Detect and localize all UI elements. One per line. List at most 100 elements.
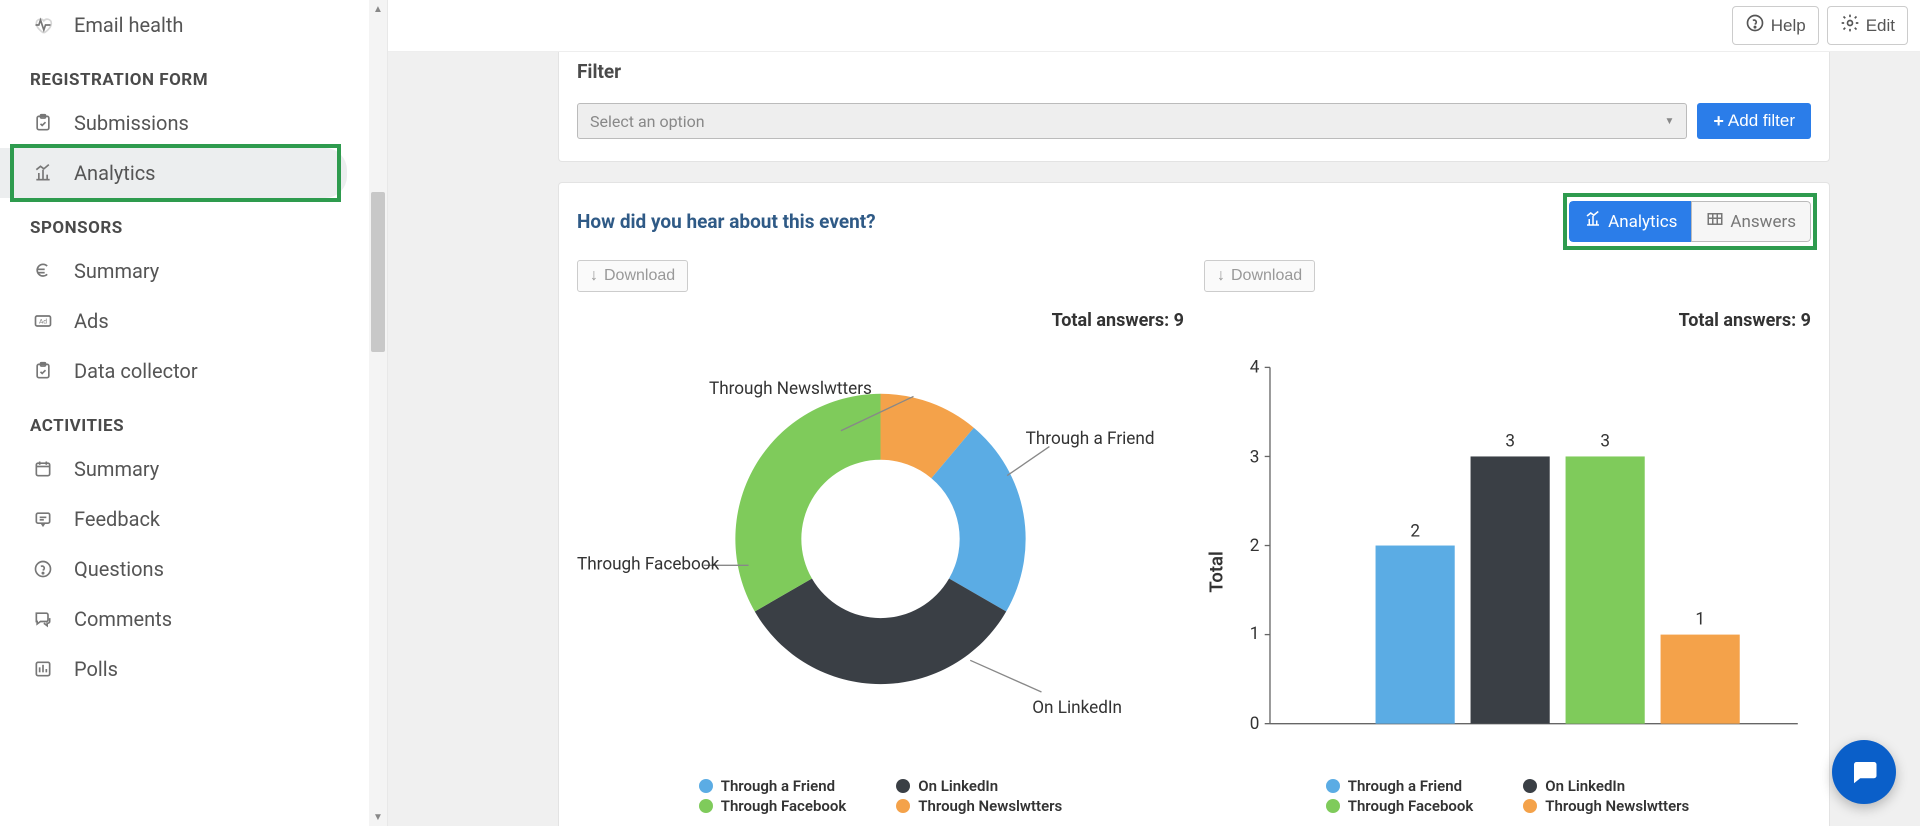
legend-dot-friend — [699, 779, 713, 793]
svg-text:4: 4 — [1250, 358, 1260, 378]
bar-facebook — [1566, 456, 1645, 723]
sidebar: Email health REGISTRATION FORM Submissio… — [0, 0, 388, 826]
legend-dot-linkedin — [1523, 779, 1537, 793]
donut-total-answers: Total answers: 9 — [577, 310, 1184, 331]
sidebar-item-email-health[interactable]: Email health — [0, 0, 387, 50]
donut-label-facebook: Through Facebook — [577, 554, 720, 574]
download-donut-button[interactable]: ↓ Download — [577, 260, 688, 292]
svg-text:3: 3 — [1505, 432, 1515, 452]
comments-icon — [30, 606, 56, 632]
legend-dot-facebook — [1326, 799, 1340, 813]
sidebar-item-label: Questions — [74, 557, 164, 581]
bar-total-answers: Total answers: 9 — [1204, 310, 1811, 331]
ad-icon: Ad — [30, 308, 56, 334]
svg-text:Ad: Ad — [39, 318, 47, 326]
sidebar-item-analytics[interactable]: Analytics — [0, 148, 347, 198]
svg-text:1: 1 — [1695, 610, 1705, 630]
sidebar-item-data-collector[interactable]: Data collector — [0, 346, 387, 396]
sidebar-scrollbar[interactable]: ▲ ▼ — [369, 0, 387, 826]
plus-icon: + — [1713, 111, 1724, 132]
donut-label-linkedin: On LinkedIn — [1032, 698, 1122, 718]
donut-chart-column: ↓ Download Total answers: 9 — [577, 260, 1184, 815]
help-button[interactable]: Help — [1732, 6, 1819, 45]
donut-chart: Through Newslwtters Through a Friend On … — [577, 341, 1184, 763]
sidebar-item-label: Analytics — [74, 161, 156, 185]
clipboard-check-icon — [30, 358, 56, 384]
bar-newsletters — [1661, 635, 1740, 724]
toggle-analytics[interactable]: Analytics — [1569, 201, 1691, 242]
sidebar-item-label: Summary — [74, 259, 159, 283]
download-bar-button[interactable]: ↓ Download — [1204, 260, 1315, 292]
toggle-answers[interactable]: Answers — [1691, 201, 1811, 242]
sidebar-item-label: Polls — [74, 657, 118, 681]
section-activities: ACTIVITIES — [0, 396, 387, 444]
euro-icon — [30, 258, 56, 284]
sidebar-item-comments[interactable]: Comments — [0, 594, 387, 644]
sidebar-item-submissions[interactable]: Submissions — [0, 98, 387, 148]
chat-fab[interactable] — [1832, 740, 1896, 804]
add-filter-label: Add filter — [1728, 111, 1795, 131]
donut-label-friend: Through a Friend — [1026, 429, 1155, 449]
svg-text:2: 2 — [1250, 536, 1260, 556]
svg-text:0: 0 — [1250, 714, 1260, 734]
analytics-icon — [1584, 210, 1602, 233]
polls-icon — [30, 656, 56, 682]
filter-panel: Filter Select an option + Add filter — [558, 52, 1830, 162]
download-label: Download — [1231, 267, 1302, 285]
question-title: How did you hear about this event? — [577, 210, 876, 233]
sidebar-item-label: Summary — [74, 457, 159, 481]
sidebar-item-questions[interactable]: Questions — [0, 544, 387, 594]
question-panel: How did you hear about this event? Analy… — [558, 182, 1830, 826]
legend-dot-linkedin — [896, 779, 910, 793]
legend-dot-friend — [1326, 779, 1340, 793]
svg-text:3: 3 — [1600, 432, 1610, 452]
help-label: Help — [1771, 16, 1806, 36]
gear-icon — [1840, 13, 1860, 38]
bar-chart-column: ↓ Download Total answers: 9 Total — [1204, 260, 1811, 815]
sidebar-item-label: Submissions — [74, 111, 189, 135]
svg-text:3: 3 — [1250, 447, 1260, 467]
section-registration-form: REGISTRATION FORM — [0, 50, 387, 98]
filter-title: Filter — [577, 60, 1811, 83]
scrollbar-thumb[interactable] — [371, 192, 385, 352]
donut-legend: Through a Friend Through Facebook On Lin… — [577, 777, 1184, 815]
legend-dot-facebook — [699, 799, 713, 813]
filter-placeholder: Select an option — [590, 112, 705, 131]
add-filter-button[interactable]: + Add filter — [1697, 103, 1811, 139]
svg-text:1: 1 — [1250, 624, 1260, 644]
calendar-icon — [30, 456, 56, 482]
scroll-down-icon[interactable]: ▼ — [369, 808, 387, 826]
sidebar-item-polls[interactable]: Polls — [0, 644, 387, 694]
help-icon — [1745, 13, 1765, 38]
section-sponsors: SPONSORS — [0, 198, 387, 246]
heartbeat-icon — [30, 12, 56, 38]
sidebar-item-feedback[interactable]: Feedback — [0, 494, 387, 544]
bar-legend: Through a Friend Through Facebook On Lin… — [1204, 777, 1811, 815]
grid-icon — [1706, 210, 1724, 233]
edit-button[interactable]: Edit — [1827, 6, 1908, 45]
y-axis-label: Total — [1205, 551, 1227, 592]
scroll-up-icon[interactable]: ▲ — [369, 0, 387, 18]
sidebar-item-label: Comments — [74, 607, 172, 631]
sidebar-item-sponsors-summary[interactable]: Summary — [0, 246, 387, 296]
bar-friend — [1376, 546, 1455, 724]
legend-dot-newsletters — [1523, 799, 1537, 813]
download-icon: ↓ — [1217, 267, 1225, 285]
bar-linkedin — [1471, 456, 1550, 723]
download-label: Download — [604, 267, 675, 285]
toggle-answers-label: Answers — [1730, 212, 1796, 232]
sidebar-item-label: Feedback — [74, 507, 160, 531]
feedback-icon — [30, 506, 56, 532]
question-icon — [30, 556, 56, 582]
donut-label-newsletters: Through Newslwtters — [709, 379, 872, 399]
toggle-analytics-label: Analytics — [1608, 212, 1677, 232]
legend-dot-newsletters — [896, 799, 910, 813]
sidebar-item-ads[interactable]: Ad Ads — [0, 296, 387, 346]
filter-select[interactable]: Select an option — [577, 103, 1687, 139]
sidebar-item-label: Ads — [74, 309, 109, 333]
svg-text:2: 2 — [1410, 521, 1420, 541]
sidebar-item-label: Email health — [74, 13, 183, 37]
sidebar-item-activities-summary[interactable]: Summary — [0, 444, 387, 494]
bar-chart: Total 0 1 2 3 4 — [1204, 341, 1811, 763]
chat-icon — [1849, 757, 1879, 787]
